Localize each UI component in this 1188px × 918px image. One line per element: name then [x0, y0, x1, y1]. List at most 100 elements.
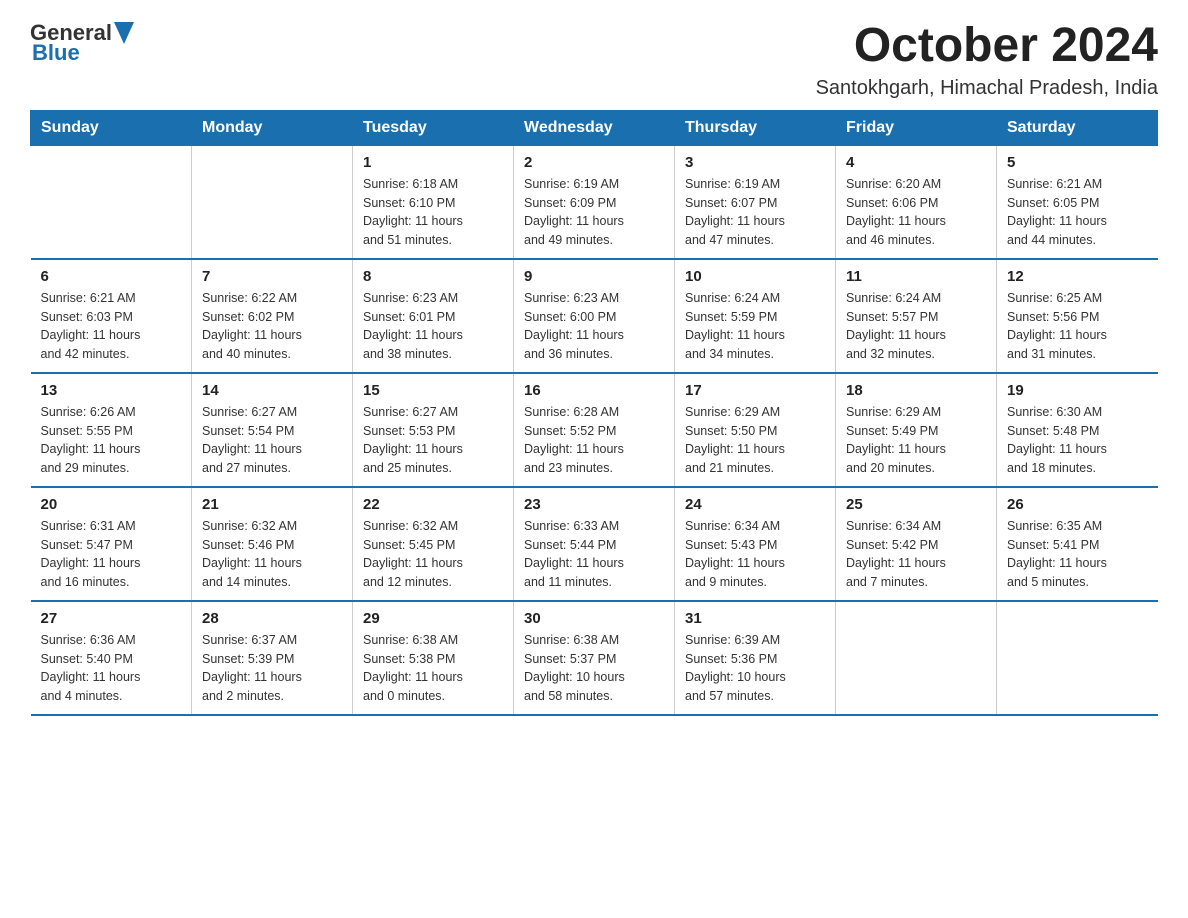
day-info: Sunrise: 6:37 AMSunset: 5:39 PMDaylight:…: [202, 631, 342, 706]
calendar-cell: 18 Sunrise: 6:29 AMSunset: 5:49 PMDayligh…: [836, 373, 997, 487]
title-block: October 2024 Santokhgarh, Himachal Prade…: [816, 20, 1158, 100]
calendar-week-row: 1 Sunrise: 6:18 AMSunset: 6:10 PMDaylight…: [31, 145, 1158, 259]
calendar-cell: [31, 145, 192, 259]
weekday-header-saturday: Saturday: [997, 110, 1158, 145]
calendar-cell: 17 Sunrise: 6:29 AMSunset: 5:50 PMDayligh…: [675, 373, 836, 487]
day-info: Sunrise: 6:38 AMSunset: 5:37 PMDaylight:…: [524, 631, 664, 706]
day-number: 10: [685, 268, 825, 285]
day-number: 4: [846, 154, 986, 171]
day-number: 9: [524, 268, 664, 285]
calendar-cell: 22 Sunrise: 6:32 AMSunset: 5:45 PMDayligh…: [353, 487, 514, 601]
day-info: Sunrise: 6:31 AMSunset: 5:47 PMDaylight:…: [41, 517, 182, 592]
calendar-cell: 19 Sunrise: 6:30 AMSunset: 5:48 PMDayligh…: [997, 373, 1158, 487]
day-info: Sunrise: 6:34 AMSunset: 5:43 PMDaylight:…: [685, 517, 825, 592]
day-number: 20: [41, 496, 182, 513]
calendar-cell: 5 Sunrise: 6:21 AMSunset: 6:05 PMDaylight…: [997, 145, 1158, 259]
calendar-week-row: 20 Sunrise: 6:31 AMSunset: 5:47 PMDayligh…: [31, 487, 1158, 601]
logo: General Blue: [30, 20, 134, 66]
calendar-cell: [997, 601, 1158, 715]
day-info: Sunrise: 6:21 AMSunset: 6:05 PMDaylight:…: [1007, 175, 1148, 250]
calendar-cell: 23Sunrise: 6:33 AMSunset: 5:44 PMDayligh…: [514, 487, 675, 601]
day-info: Sunrise: 6:32 AMSunset: 5:46 PMDaylight:…: [202, 517, 342, 592]
day-info: Sunrise: 6:18 AMSunset: 6:10 PMDaylight:…: [363, 175, 503, 250]
calendar-cell: 8Sunrise: 6:23 AMSunset: 6:01 PMDaylight…: [353, 259, 514, 373]
day-number: 26: [1007, 496, 1148, 513]
month-title: October 2024: [816, 20, 1158, 73]
day-number: 6: [41, 268, 182, 285]
day-number: 17: [685, 382, 825, 399]
weekday-header-thursday: Thursday: [675, 110, 836, 145]
day-info: Sunrise: 6:27 AMSunset: 5:54 PMDaylight:…: [202, 403, 342, 478]
day-number: 18: [846, 382, 986, 399]
calendar-cell: 30 Sunrise: 6:38 AMSunset: 5:37 PMDayligh…: [514, 601, 675, 715]
day-info: Sunrise: 6:30 AMSunset: 5:48 PMDaylight:…: [1007, 403, 1148, 478]
day-number: 2: [524, 154, 664, 171]
day-number: 1: [363, 154, 503, 171]
day-number: 11: [846, 268, 986, 285]
day-info: Sunrise: 6:23 AMSunset: 6:00 PMDaylight:…: [524, 289, 664, 364]
calendar-cell: 29 Sunrise: 6:38 AMSunset: 5:38 PMDayligh…: [353, 601, 514, 715]
day-info: Sunrise: 6:22 AMSunset: 6:02 PMDaylight:…: [202, 289, 342, 364]
weekday-header-wednesday: Wednesday: [514, 110, 675, 145]
day-number: 8: [363, 268, 503, 285]
location-title: Santokhgarh, Himachal Pradesh, India: [816, 77, 1158, 100]
day-number: 22: [363, 496, 503, 513]
day-number: 23: [524, 496, 664, 513]
calendar-cell: 1 Sunrise: 6:18 AMSunset: 6:10 PMDaylight…: [353, 145, 514, 259]
day-info: Sunrise: 6:34 AMSunset: 5:42 PMDaylight:…: [846, 517, 986, 592]
page-header: General Blue October 2024 Santokhgarh, H…: [30, 20, 1158, 100]
calendar-week-row: 27Sunrise: 6:36 AMSunset: 5:40 PMDayligh…: [31, 601, 1158, 715]
calendar-cell: [836, 601, 997, 715]
calendar-cell: 20 Sunrise: 6:31 AMSunset: 5:47 PMDayligh…: [31, 487, 192, 601]
day-number: 12: [1007, 268, 1148, 285]
day-number: 29: [363, 610, 503, 627]
day-info: Sunrise: 6:29 AMSunset: 5:50 PMDaylight:…: [685, 403, 825, 478]
logo-triangle-icon: [114, 22, 134, 44]
day-number: 30: [524, 610, 664, 627]
day-number: 21: [202, 496, 342, 513]
day-number: 19: [1007, 382, 1148, 399]
calendar-cell: 31Sunrise: 6:39 AMSunset: 5:36 PMDayligh…: [675, 601, 836, 715]
calendar-cell: 28 Sunrise: 6:37 AMSunset: 5:39 PMDayligh…: [192, 601, 353, 715]
day-number: 14: [202, 382, 342, 399]
calendar-cell: 26 Sunrise: 6:35 AMSunset: 5:41 PMDayligh…: [997, 487, 1158, 601]
day-number: 5: [1007, 154, 1148, 171]
day-number: 24: [685, 496, 825, 513]
calendar-week-row: 6 Sunrise: 6:21 AMSunset: 6:03 PMDaylight…: [31, 259, 1158, 373]
day-info: Sunrise: 6:35 AMSunset: 5:41 PMDaylight:…: [1007, 517, 1148, 592]
logo-blue: Blue: [32, 40, 80, 66]
day-number: 31: [685, 610, 825, 627]
day-number: 16: [524, 382, 664, 399]
calendar-cell: 10 Sunrise: 6:24 AMSunset: 5:59 PMDayligh…: [675, 259, 836, 373]
day-number: 3: [685, 154, 825, 171]
calendar-cell: 3Sunrise: 6:19 AMSunset: 6:07 PMDaylight…: [675, 145, 836, 259]
day-info: Sunrise: 6:36 AMSunset: 5:40 PMDaylight:…: [41, 631, 182, 706]
calendar-cell: 2Sunrise: 6:19 AMSunset: 6:09 PMDaylight…: [514, 145, 675, 259]
calendar-cell: 12 Sunrise: 6:25 AMSunset: 5:56 PMDayligh…: [997, 259, 1158, 373]
day-number: 15: [363, 382, 503, 399]
calendar-cell: 6 Sunrise: 6:21 AMSunset: 6:03 PMDaylight…: [31, 259, 192, 373]
day-number: 28: [202, 610, 342, 627]
calendar-cell: 15 Sunrise: 6:27 AMSunset: 5:53 PMDayligh…: [353, 373, 514, 487]
calendar-cell: [192, 145, 353, 259]
calendar-cell: 13Sunrise: 6:26 AMSunset: 5:55 PMDayligh…: [31, 373, 192, 487]
weekday-header-sunday: Sunday: [31, 110, 192, 145]
day-number: 7: [202, 268, 342, 285]
day-info: Sunrise: 6:27 AMSunset: 5:53 PMDaylight:…: [363, 403, 503, 478]
calendar-cell: 16 Sunrise: 6:28 AMSunset: 5:52 PMDayligh…: [514, 373, 675, 487]
calendar-cell: 14 Sunrise: 6:27 AMSunset: 5:54 PMDayligh…: [192, 373, 353, 487]
weekday-header-friday: Friday: [836, 110, 997, 145]
day-info: Sunrise: 6:28 AMSunset: 5:52 PMDaylight:…: [524, 403, 664, 478]
calendar-cell: 7 Sunrise: 6:22 AMSunset: 6:02 PMDaylight…: [192, 259, 353, 373]
day-info: Sunrise: 6:38 AMSunset: 5:38 PMDaylight:…: [363, 631, 503, 706]
day-info: Sunrise: 6:29 AMSunset: 5:49 PMDaylight:…: [846, 403, 986, 478]
day-info: Sunrise: 6:24 AMSunset: 5:59 PMDaylight:…: [685, 289, 825, 364]
day-number: 13: [41, 382, 182, 399]
day-info: Sunrise: 6:20 AMSunset: 6:06 PMDaylight:…: [846, 175, 986, 250]
day-info: Sunrise: 6:21 AMSunset: 6:03 PMDaylight:…: [41, 289, 182, 364]
day-info: Sunrise: 6:32 AMSunset: 5:45 PMDaylight:…: [363, 517, 503, 592]
calendar-cell: 4 Sunrise: 6:20 AMSunset: 6:06 PMDaylight…: [836, 145, 997, 259]
day-number: 25: [846, 496, 986, 513]
weekday-header-monday: Monday: [192, 110, 353, 145]
day-info: Sunrise: 6:25 AMSunset: 5:56 PMDaylight:…: [1007, 289, 1148, 364]
